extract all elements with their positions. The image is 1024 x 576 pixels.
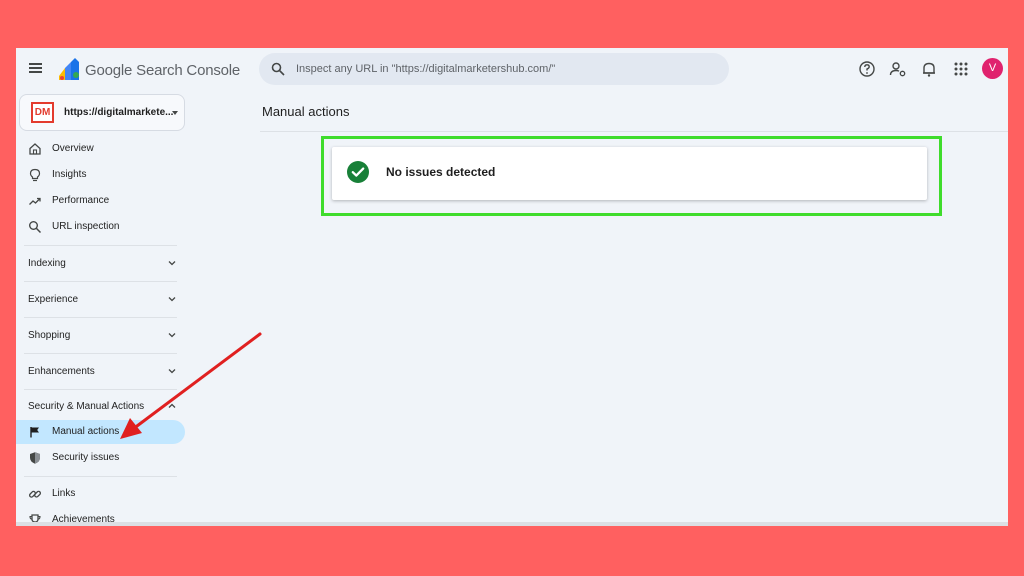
- flag-icon: [30, 427, 39, 438]
- sidebar-item-insights[interactable]: Insights: [16, 163, 185, 187]
- url-inspection-search-bar[interactable]: Inspect any URL in "https://digitalmarke…: [259, 53, 729, 85]
- sidebar-group-indexing[interactable]: Indexing: [16, 249, 185, 277]
- notifications-icon[interactable]: [920, 60, 938, 78]
- sidebar-item-label: Overview: [52, 143, 94, 154]
- sidebar-divider: [24, 389, 177, 390]
- sidebar-item-label: Performance: [52, 195, 110, 206]
- search-console-window: Google Search Console Inspect any URL in…: [16, 48, 1008, 526]
- sidebar-group-shopping[interactable]: Shopping: [16, 321, 185, 349]
- sidebar-item-performance[interactable]: Performance: [16, 189, 185, 213]
- shield-icon: [30, 452, 40, 464]
- sidebar-divider: [24, 476, 177, 477]
- sidebar-divider: [24, 281, 177, 282]
- sidebar-item-label: Links: [52, 488, 76, 499]
- manage-users-icon[interactable]: [889, 60, 907, 78]
- property-name: https://digitalmarkete...: [64, 107, 174, 118]
- sidebar-item-label: Insights: [52, 169, 87, 180]
- search-input[interactable]: Inspect any URL in "https://digitalmarke…: [296, 63, 555, 75]
- chevron-down-icon: [168, 261, 176, 266]
- group-label: Enhancements: [28, 366, 95, 377]
- lightbulb-icon: [29, 168, 41, 182]
- sidebar-divider: [24, 245, 177, 246]
- chevron-down-icon: [168, 297, 176, 302]
- search-console-logo-icon: [59, 58, 79, 80]
- sidebar-item-url-inspection[interactable]: URL inspection: [16, 215, 185, 239]
- sidebar-item-label: URL inspection: [52, 221, 120, 232]
- sidebar-divider: [24, 353, 177, 354]
- dropdown-caret-icon: [172, 111, 178, 115]
- sidebar-item-overview[interactable]: Overview: [16, 137, 185, 161]
- property-favicon: DM: [31, 102, 54, 123]
- sidebar-group-experience[interactable]: Experience: [16, 285, 185, 313]
- brand-name: Search Console: [136, 62, 241, 79]
- product-name[interactable]: Google Search Console: [85, 62, 240, 79]
- page-title: Manual actions: [262, 104, 350, 119]
- property-selector[interactable]: DM https://digitalmarkete...: [19, 94, 185, 131]
- sidebar-item-security-issues[interactable]: Security issues: [16, 446, 185, 470]
- group-label: Experience: [28, 294, 79, 305]
- link-icon: [28, 490, 42, 498]
- group-label: Indexing: [28, 258, 66, 269]
- sidebar-item-label: Manual actions: [52, 426, 120, 437]
- home-icon: [29, 143, 41, 155]
- horizontal-scrollbar[interactable]: [16, 522, 1008, 526]
- sidebar-divider: [24, 317, 177, 318]
- apps-grid-icon[interactable]: [952, 60, 970, 78]
- sidebar-item-label: Security issues: [52, 452, 120, 463]
- main-menu-button[interactable]: [28, 60, 44, 76]
- sidebar-group-security-manual-actions[interactable]: Security & Manual Actions: [16, 392, 185, 420]
- sidebar-item-links[interactable]: Links: [16, 482, 185, 506]
- account-avatar[interactable]: V: [982, 58, 1003, 79]
- sidebar-group-enhancements[interactable]: Enhancements: [16, 357, 185, 385]
- group-label: Security & Manual Actions: [28, 401, 145, 412]
- chevron-down-icon: [168, 333, 176, 338]
- group-label: Shopping: [28, 330, 71, 341]
- trending-up-icon: [29, 197, 41, 205]
- search-icon: [271, 62, 285, 76]
- highlight-box-annotation: [321, 136, 942, 216]
- chevron-down-icon: [168, 369, 176, 374]
- chevron-up-icon: [168, 403, 176, 408]
- title-divider: [260, 131, 1008, 132]
- help-icon[interactable]: [858, 60, 876, 78]
- sidebar-item-manual-actions[interactable]: Manual actions: [16, 420, 185, 444]
- top-app-bar: Google Search Console Inspect any URL in…: [16, 48, 1008, 90]
- search-icon: [29, 221, 42, 234]
- brand-prefix: Google: [85, 62, 133, 79]
